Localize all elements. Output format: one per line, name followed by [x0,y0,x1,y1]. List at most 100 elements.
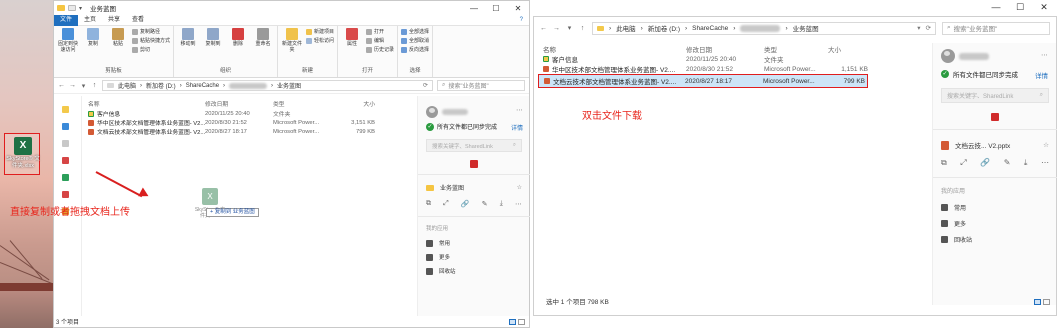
file-row[interactable]: 客户信息 2020/11/25 20:40 文件夹 [538,54,933,64]
up-icon[interactable]: ↑ [579,25,586,32]
app-icon[interactable] [62,191,69,198]
address-bar[interactable]: › 此电脑 › 新加卷 (D:) › ShareCache › › 业务蓝图 ▾ ⟳ [592,21,936,35]
address-bar[interactable]: 此电脑 › 新加卷 (D:) › ShareCache › › 业务蓝图 ⟳ [102,80,433,91]
tab-share[interactable]: 共享 [102,15,126,26]
refresh-icon[interactable]: ⟳ [926,24,931,32]
app-common[interactable]: 常用 [426,239,450,247]
select-none-button[interactable]: 全部取消 [401,37,429,44]
column-type[interactable]: 类型 [273,99,331,108]
onedrive-icon[interactable] [62,123,69,130]
link-icon[interactable]: 🔗 [461,200,470,208]
edit-icon[interactable]: ✎ [1004,158,1011,168]
file-row-selected[interactable]: 文档云技术部文档管理体系业务蓝图- V2.... 2020/8/27 18:17… [538,74,868,88]
minimize-button[interactable]: — [984,2,1008,13]
quick-access-icon[interactable] [68,5,76,11]
tab-view[interactable]: 查看 [126,15,150,26]
refresh-icon[interactable]: ⟳ [423,82,428,89]
download-icon[interactable]: ⤓ [1024,158,1028,168]
search-input[interactable]: ⌕ 搜索"业务蓝图" [437,80,525,91]
avatar[interactable] [941,49,955,63]
share-icon[interactable]: ⤢ [960,158,966,168]
app-recycle-bin[interactable]: 回收站 [426,267,456,275]
avatar[interactable] [426,106,438,118]
file-row[interactable]: 客户信息 2020/11/25 20:40 文件夹 [83,109,416,118]
large-icons-view-icon[interactable] [1043,299,1050,305]
maximize-button[interactable]: ☐ [485,4,507,13]
app-icon[interactable] [62,157,69,164]
delete-button[interactable]: 删除 [227,28,249,47]
copy-path-button[interactable]: 复制路径 [132,28,170,35]
paste-shortcut-button[interactable]: 粘贴快捷方式 [132,37,170,44]
this-pc-icon[interactable] [62,140,69,147]
back-icon[interactable]: ← [540,25,547,32]
copy-button[interactable]: 复制 [82,28,104,47]
sync-search-input[interactable]: 搜索关键字、SharedLink ⌕ [941,88,1049,103]
app-common[interactable]: 常用 [941,203,966,212]
star-icon[interactable]: ☆ [517,184,522,191]
copy-to-button[interactable]: 复制到 [202,28,224,47]
properties-button[interactable]: 属性 [341,28,363,47]
app-more[interactable]: 更多 [941,219,966,228]
edit-icon[interactable]: ✎ [482,200,488,208]
minimize-button[interactable]: — [463,4,485,13]
file-row[interactable]: 华中区技术部文档管理体系业务蓝图- V2.... 2020/8/30 21:52… [538,64,933,74]
chevron-down-icon[interactable]: ▾ [566,24,573,32]
chevron-down-icon[interactable]: ▾ [80,82,87,90]
help-icon[interactable]: ? [520,17,529,23]
grid-view-icon[interactable] [470,160,478,168]
desktop-excel-file[interactable]: X SkyStore® 文件夹.xlsx [4,133,40,175]
copy-link-icon[interactable]: ⧉ [941,158,947,168]
move-to-button[interactable]: 移动到 [177,28,199,47]
more-icon[interactable]: ⋯ [515,200,522,208]
forward-icon[interactable]: → [553,25,560,32]
column-date[interactable]: 修改日期 [686,44,764,54]
more-icon[interactable]: ⋯ [1041,51,1048,59]
chevron-down-icon[interactable]: ▾ [917,24,920,32]
app-icon[interactable] [62,174,69,181]
tab-file[interactable]: 文件 [54,14,79,26]
close-button[interactable]: ✕ [507,4,529,13]
download-icon[interactable]: ⤓ [500,200,503,208]
search-input[interactable]: ⌕ 搜索"业务蓝图" [942,21,1050,35]
file-row[interactable]: 华中区技术部文档管理体系业务蓝图- V2.... 2020/8/30 21:52… [83,118,416,127]
column-type[interactable]: 类型 [764,44,828,54]
close-button[interactable]: ✕ [1032,2,1056,13]
app-recycle-bin[interactable]: 回收站 [941,235,972,244]
rename-button[interactable]: 重命名 [252,28,274,47]
column-name[interactable]: 名称 [83,99,205,108]
sync-search-input[interactable]: 搜索关键字、SharedLink ⌕ [426,139,522,152]
invert-selection-button[interactable]: 反向选择 [401,46,429,53]
open-button[interactable]: 打开 [366,28,394,35]
select-all-button[interactable]: 全部选择 [401,28,429,35]
app-more[interactable]: 更多 [426,253,450,261]
column-name[interactable]: 名称 [538,44,686,54]
chevron-down-icon[interactable]: ▾ [79,5,82,12]
tab-home[interactable]: 主页 [78,15,102,26]
cut-button[interactable]: 剪切 [132,46,170,53]
large-icons-view-icon[interactable] [518,319,525,325]
share-icon[interactable]: ⤢ [443,200,449,208]
details-link[interactable]: 详情 [511,123,523,132]
details-view-icon[interactable] [509,319,516,325]
grid-view-icon[interactable] [991,113,999,121]
new-item-button[interactable]: 新建项目 [306,28,334,35]
file-row[interactable]: 文档云技术部文档管理体系业务蓝图- V2.... 2020/8/27 18:17… [83,127,416,136]
history-button[interactable]: 历史记录 [366,46,394,53]
new-folder-button[interactable]: 新建文件夹 [281,28,303,53]
easy-access-button[interactable]: 轻松访问 [306,37,334,44]
back-icon[interactable]: ← [58,82,65,89]
edit-button[interactable]: 编辑 [366,37,394,44]
column-date[interactable]: 修改日期 [205,99,273,108]
column-size[interactable]: 大小 [331,99,375,108]
star-icon[interactable]: ☆ [1043,141,1049,149]
link-icon[interactable]: 🔗 [980,158,990,168]
maximize-button[interactable]: ☐ [1008,2,1032,13]
more-icon[interactable]: ⋯ [1041,158,1049,168]
details-view-icon[interactable] [1034,299,1041,305]
details-link[interactable]: 详情 [1035,70,1048,80]
quick-access-icon[interactable] [62,106,69,113]
more-icon[interactable]: ⋯ [516,106,523,114]
column-size[interactable]: 大小 [828,44,852,54]
forward-icon[interactable]: → [69,82,76,89]
up-icon[interactable]: ↑ [91,82,98,89]
